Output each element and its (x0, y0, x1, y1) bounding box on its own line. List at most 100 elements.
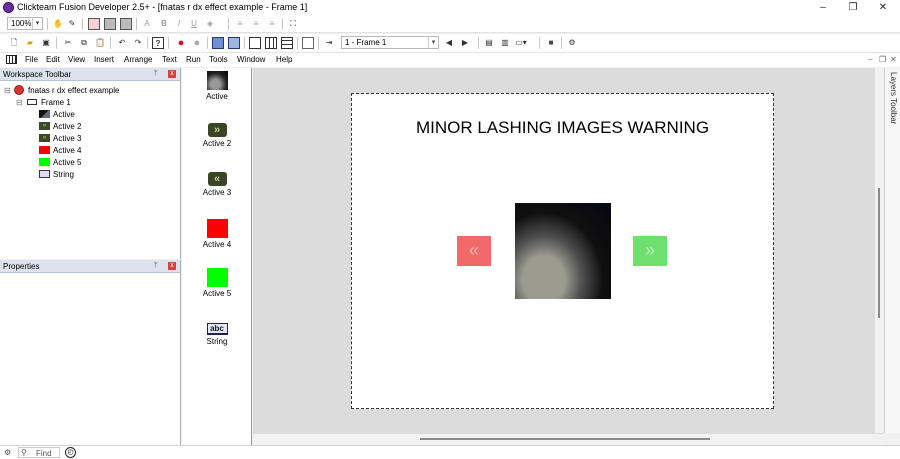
paste-icon[interactable]: 📋 (94, 37, 106, 49)
menu-file[interactable]: File (25, 55, 38, 64)
frame-select-value: 1 - Frame 1 (345, 38, 387, 47)
fit-frame-icon[interactable]: ⛶ (287, 18, 299, 30)
menu-insert[interactable]: Insert (94, 55, 114, 64)
next-frame-icon[interactable]: ▶ (459, 37, 471, 49)
green-square-icon (206, 268, 228, 287)
clock-icon[interactable]: ◴ (65, 447, 76, 458)
maximize-button[interactable]: ❐ (846, 1, 860, 14)
italic-icon[interactable]: I (173, 18, 185, 30)
mdi-close-icon[interactable]: ✕ (890, 55, 897, 64)
tree-object-active[interactable]: Active (53, 110, 75, 119)
copy-icon[interactable]: ⧉ (78, 37, 90, 49)
run-application-icon[interactable]: ▥ (499, 37, 511, 49)
tree-frame[interactable]: Frame 1 (41, 98, 71, 107)
window-icon[interactable] (120, 18, 132, 30)
left-arrow-button-object[interactable]: « (457, 236, 491, 266)
tree-object-active-2[interactable]: Active 2 (53, 122, 81, 131)
underline-icon[interactable]: U (188, 18, 200, 30)
menu-window[interactable]: Window (237, 55, 265, 64)
new-file-icon[interactable]: 🗋 (8, 37, 20, 49)
open-folder-icon[interactable]: ▰ (24, 37, 36, 49)
save-icon[interactable]: ▣ (40, 37, 52, 49)
minimize-button[interactable]: – (816, 1, 830, 14)
run-frame-icon[interactable]: ▤ (483, 37, 495, 49)
vertical-scroll-thumb[interactable] (878, 188, 880, 318)
previous-frame-icon[interactable]: ◀ (443, 37, 455, 49)
properties-icon[interactable] (302, 37, 314, 49)
menu-arrange[interactable]: Arrange (124, 55, 152, 64)
cut-icon[interactable]: ✂ (62, 37, 74, 49)
object-string[interactable]: abc String (182, 320, 252, 346)
align-center-icon[interactable]: ≡ (250, 18, 262, 30)
zoom-select[interactable]: 100% ▾ (7, 17, 43, 30)
stop-icon[interactable]: ■ (545, 37, 557, 49)
menu-run[interactable]: Run (186, 55, 201, 64)
font-icon[interactable]: A (141, 18, 153, 30)
object-label: String (206, 337, 228, 346)
double-arrow-right-icon: » (207, 123, 227, 137)
frame-editor-icon[interactable] (228, 37, 240, 49)
object-active-5[interactable]: Active 5 (182, 268, 252, 298)
storyboard-icon[interactable] (212, 37, 224, 49)
menu-help[interactable]: Help (276, 55, 292, 64)
object-bar: Active » Active 2 « Active 3 Active 4 Ac… (182, 68, 252, 445)
draw-icon[interactable]: ✎ (66, 18, 78, 30)
menu-edit[interactable]: Edit (46, 55, 60, 64)
close-panel-icon[interactable]: x (168, 262, 176, 270)
align-left-icon[interactable]: ≡ (234, 18, 246, 30)
frame-select[interactable]: 1 - Frame 1 ▾ (341, 36, 439, 49)
background-icon[interactable] (104, 18, 116, 30)
redo-icon[interactable]: ↷ (132, 37, 144, 49)
data-elements-icon[interactable] (281, 37, 293, 49)
grid-icon[interactable] (88, 18, 100, 30)
image-active-object[interactable] (515, 203, 611, 299)
fill-color-icon[interactable]: ◈ (204, 18, 216, 30)
mdi-minimize-icon[interactable]: – (868, 55, 872, 64)
workspace-header: Workspace Toolbar ᛘ x (0, 68, 180, 81)
object-active-3[interactable]: « Active 3 (182, 169, 252, 197)
menu-text[interactable]: Text (162, 55, 177, 64)
close-panel-icon[interactable]: x (168, 70, 176, 78)
run-menu-icon[interactable]: ▭▾ (515, 37, 527, 49)
event-editor-icon[interactable] (249, 37, 261, 49)
tree-collapse-icon[interactable]: ⊟ (4, 86, 11, 95)
object-active-4[interactable]: Active 4 (182, 219, 252, 249)
application-icon (14, 85, 24, 95)
object-label: Active (206, 92, 228, 101)
tree-object-active-3[interactable]: Active 3 (53, 134, 81, 143)
horizontal-scroll-thumb[interactable] (420, 438, 710, 440)
properties-title: Properties (3, 262, 40, 271)
tree-object-active-5[interactable]: Active 5 (53, 158, 81, 167)
tree-object-string[interactable]: String (53, 170, 74, 179)
frame-select-icon[interactable]: ⇥ (323, 37, 335, 49)
menu-tools[interactable]: Tools (209, 55, 228, 64)
vertical-scrollbar[interactable] (874, 68, 883, 433)
mdi-restore-icon[interactable]: ❐ (879, 55, 886, 64)
tree-object-active-4[interactable]: Active 4 (53, 146, 81, 155)
back-red-icon[interactable]: ● (175, 37, 187, 49)
bold-icon[interactable]: B (158, 18, 170, 30)
align-right-icon[interactable]: ≡ (266, 18, 278, 30)
status-mode-icon[interactable]: ⚙ (4, 448, 11, 457)
menu-bar: File Edit View Insert Arrange Text Run T… (0, 53, 900, 67)
right-arrow-button-object[interactable]: » (633, 236, 667, 266)
title-bar: Clickteam Fusion Developer 2.5+ - [fnata… (0, 0, 900, 15)
layers-toolbar-tab[interactable]: Layers Toolbar (884, 68, 900, 433)
horizontal-scrollbar[interactable] (253, 433, 883, 445)
event-list-icon[interactable] (265, 37, 277, 49)
object-active-2[interactable]: » Active 2 (182, 120, 252, 148)
undo-icon[interactable]: ↶ (116, 37, 128, 49)
pin-icon[interactable]: ᛘ (154, 70, 158, 77)
help-icon[interactable]: ? (152, 37, 164, 49)
close-button[interactable]: ✕ (876, 1, 890, 14)
pin-icon[interactable]: ᛘ (154, 262, 158, 269)
forward-gray-icon[interactable]: ● (191, 37, 203, 49)
tree-application[interactable]: fnatas r dx effect example (28, 86, 119, 95)
find-field[interactable]: ⚲ Find (18, 447, 60, 458)
warning-string-object[interactable]: MINOR LASHING IMAGES WARNING (351, 118, 774, 138)
hand-icon[interactable]: ✋ (52, 18, 64, 30)
tree-collapse-icon[interactable]: ⊟ (16, 98, 23, 107)
build-icon[interactable]: ⚙ (566, 37, 578, 49)
menu-view[interactable]: View (68, 55, 85, 64)
object-active[interactable]: Active (182, 71, 252, 101)
